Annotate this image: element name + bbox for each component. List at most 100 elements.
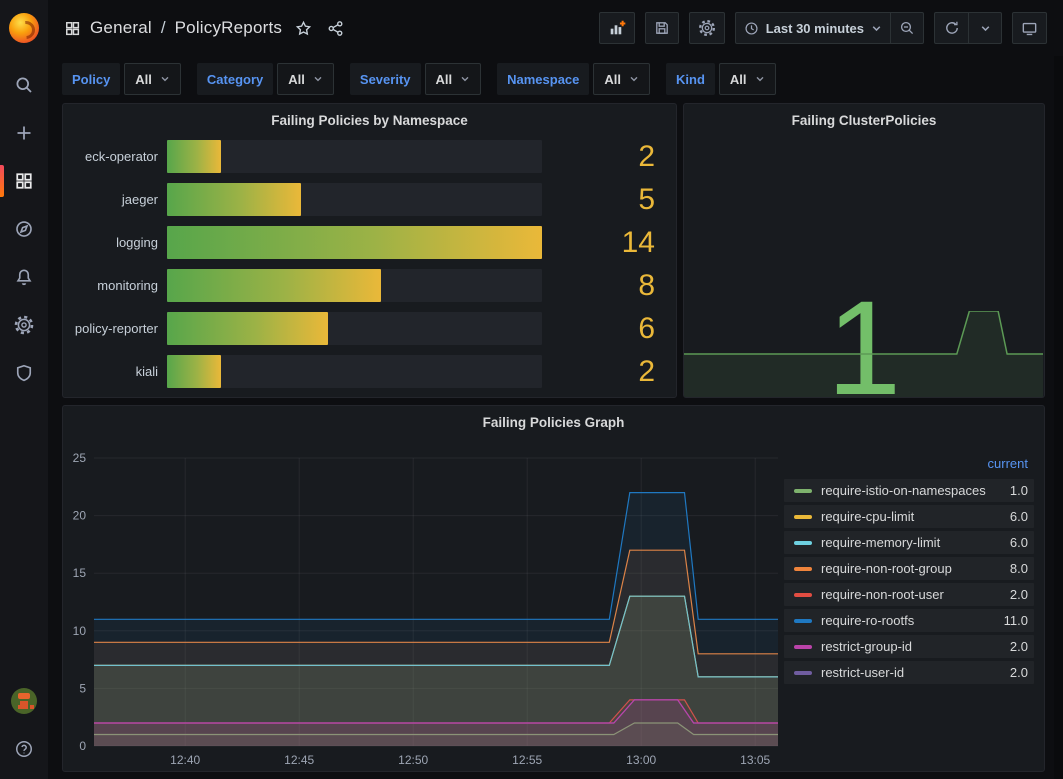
variable-severity: SeverityAll (350, 63, 481, 95)
bar-label: monitoring (63, 278, 167, 293)
clock-icon (744, 21, 759, 36)
legend-series-name[interactable]: require-cpu-limit (821, 509, 1010, 524)
legend-item[interactable]: require-non-root-group8.0 (784, 557, 1034, 580)
legend-item[interactable]: restrict-user-id2.0 (784, 661, 1034, 684)
svg-text:12:40: 12:40 (170, 753, 200, 767)
bar-value: 6 (548, 312, 676, 345)
star-icon[interactable] (295, 20, 312, 37)
variable-category: CategoryAll (197, 63, 334, 95)
breadcrumb-separator: / (161, 18, 166, 38)
legend-series-name[interactable]: require-istio-on-namespaces (821, 483, 1010, 498)
time-controls: Last 30 minutes (735, 12, 924, 44)
sidebar (0, 0, 48, 779)
variable-label: Category (197, 63, 273, 95)
legend-series-name[interactable]: restrict-user-id (821, 665, 1010, 680)
time-range-picker[interactable]: Last 30 minutes (735, 12, 890, 44)
user-avatar (11, 688, 37, 714)
svg-text:15: 15 (73, 566, 87, 580)
variable-namespace: NamespaceAll (497, 63, 650, 95)
sidebar-item-search[interactable] (0, 61, 48, 109)
alerting-bell-icon (14, 267, 34, 287)
legend-current-value: 6.0 (1010, 509, 1028, 524)
zoom-out-button[interactable] (890, 12, 924, 44)
kiosk-mode-button[interactable] (1012, 12, 1047, 44)
time-series-plot[interactable]: 051015202512:4012:4512:5012:5513:0013:05 (64, 451, 786, 771)
variable-label: Kind (666, 63, 715, 95)
legend-series-name[interactable]: require-non-root-user (821, 587, 1010, 602)
legend-series-name[interactable]: require-non-root-group (821, 561, 1010, 576)
variable-policy: PolicyAll (62, 63, 181, 95)
time-range-label: Last 30 minutes (766, 21, 864, 36)
breadcrumb[interactable]: General / PolicyReports (48, 18, 344, 38)
variable-value-dropdown[interactable]: All (719, 63, 776, 95)
bar-label: policy-reporter (63, 321, 167, 336)
legend-series-name[interactable]: restrict-group-id (821, 639, 1010, 654)
panel-title[interactable]: Failing ClusterPolicies (684, 104, 1044, 128)
bar-fill (167, 312, 328, 345)
sidebar-item-configuration[interactable] (0, 301, 48, 349)
panel-title[interactable]: Failing Policies by Namespace (63, 104, 676, 128)
refresh-interval-dropdown[interactable] (968, 12, 1002, 44)
legend-series-name[interactable]: require-ro-rootfs (821, 613, 1004, 628)
refresh-button[interactable] (934, 12, 968, 44)
breadcrumb-dashboard[interactable]: PolicyReports (175, 18, 282, 38)
legend-item[interactable]: require-ro-rootfs11.0 (784, 609, 1034, 632)
dashboards-icon (14, 171, 34, 191)
legend-item[interactable]: require-memory-limit6.0 (784, 531, 1034, 554)
bar-row: kiali2 (63, 355, 676, 388)
filter-bar: PolicyAllCategoryAllSeverityAllNamespace… (62, 63, 776, 95)
sidebar-item-explore[interactable] (0, 205, 48, 253)
legend-header-current[interactable]: current (784, 454, 1034, 479)
legend-current-value: 2.0 (1010, 639, 1028, 654)
sidebar-item-help[interactable] (0, 725, 48, 773)
legend-swatch (794, 645, 812, 649)
sidebar-item-profile[interactable] (0, 677, 48, 725)
dashboard-settings-button[interactable] (689, 12, 725, 44)
gear-icon (14, 315, 34, 335)
legend-swatch (794, 489, 812, 493)
sidebar-item-server-admin[interactable] (0, 349, 48, 397)
legend-item[interactable]: require-istio-on-namespaces1.0 (784, 479, 1034, 502)
share-icon[interactable] (327, 20, 344, 37)
page-scrollbar[interactable] (1054, 56, 1063, 779)
sidebar-item-alerting[interactable] (0, 253, 48, 301)
bar-fill (167, 355, 221, 388)
bar-track (167, 183, 542, 216)
grafana-logo[interactable] (9, 13, 39, 43)
variable-value-dropdown[interactable]: All (593, 63, 650, 95)
bar-fill (167, 226, 542, 259)
bar-track (167, 269, 542, 302)
legend-item[interactable]: restrict-group-id2.0 (784, 635, 1034, 658)
sidebar-item-dashboards[interactable] (0, 157, 48, 205)
bar-row: eck-operator2 (63, 140, 676, 173)
breadcrumb-folder[interactable]: General (90, 18, 152, 38)
legend-swatch (794, 541, 812, 545)
variable-value-dropdown[interactable]: All (277, 63, 334, 95)
dashboards-grid-icon (64, 20, 81, 37)
variable-value-dropdown[interactable]: All (425, 63, 482, 95)
help-icon (14, 739, 34, 759)
legend-swatch (794, 515, 812, 519)
graph-legend: current require-istio-on-namespaces1.0re… (784, 454, 1034, 687)
legend-series-name[interactable]: require-memory-limit (821, 535, 1010, 550)
svg-text:10: 10 (73, 624, 87, 638)
panel-title[interactable]: Failing Policies Graph (63, 406, 1044, 430)
legend-current-value: 11.0 (1004, 613, 1028, 628)
add-panel-button[interactable] (599, 12, 635, 44)
variable-label: Policy (62, 63, 120, 95)
save-dashboard-button[interactable] (645, 12, 679, 44)
legend-swatch (794, 567, 812, 571)
variable-value-dropdown[interactable]: All (124, 63, 181, 95)
svg-text:20: 20 (73, 509, 87, 523)
legend-item[interactable]: require-non-root-user2.0 (784, 583, 1034, 606)
refresh-icon (944, 20, 960, 36)
bar-gauge: eck-operator2jaeger5logging14monitoring8… (63, 140, 676, 398)
legend-item[interactable]: require-cpu-limit6.0 (784, 505, 1034, 528)
dashboard-settings-icon (698, 19, 716, 37)
kiosk-tv-icon (1021, 20, 1038, 37)
sidebar-item-create[interactable] (0, 109, 48, 157)
svg-text:12:55: 12:55 (512, 753, 542, 767)
svg-text:0: 0 (79, 739, 86, 753)
chevron-down-icon (871, 23, 882, 34)
search-icon (14, 75, 34, 95)
